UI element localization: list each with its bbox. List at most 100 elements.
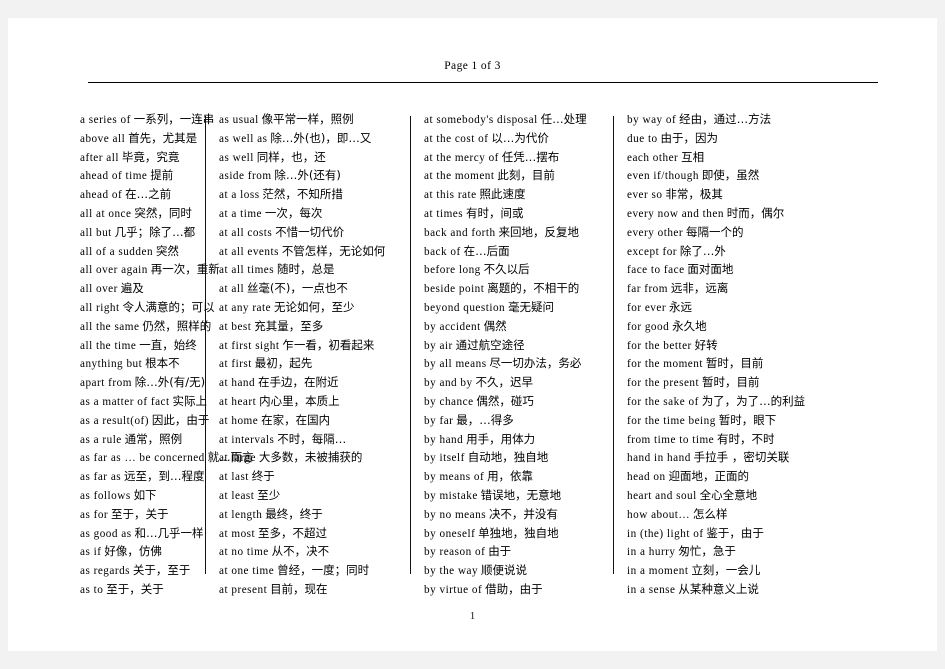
entry-translation: 因此，由于 bbox=[151, 412, 210, 427]
entry-term: at hand bbox=[219, 377, 256, 390]
entry-term: all over again bbox=[80, 264, 148, 277]
glossary-entry: at hand 在手边，在附近 bbox=[219, 373, 406, 392]
glossary-entry: at all events 不管怎样，无论如何 bbox=[219, 242, 406, 261]
entry-translation: 顺便说说 bbox=[480, 563, 527, 578]
entry-term: after all bbox=[80, 151, 119, 164]
glossary-entry: as well as 除…外(也)，即…又 bbox=[219, 129, 406, 148]
entry-translation: 不管怎样，无论如何 bbox=[281, 243, 386, 258]
entry-translation: 除了…外 bbox=[679, 243, 726, 258]
entry-translation: 暂时，眼下 bbox=[718, 412, 777, 427]
glossary-entry: at a time 一次，每次 bbox=[219, 204, 406, 223]
glossary-entry: as follows 如下 bbox=[80, 486, 201, 505]
entry-translation: 终于 bbox=[251, 469, 275, 484]
glossary-entry: due to 由于，因为 bbox=[627, 129, 841, 148]
entry-term: at the cost of bbox=[424, 132, 489, 145]
entry-term: by the way bbox=[424, 565, 479, 578]
entry-translation: 除…外(还有) bbox=[274, 168, 341, 183]
entry-term: as for bbox=[80, 508, 109, 521]
entry-term: as regards bbox=[80, 565, 131, 578]
glossary-entry: face to face 面对面地 bbox=[627, 260, 841, 279]
entry-term: as good as bbox=[80, 527, 132, 540]
entry-term: at first bbox=[219, 358, 252, 371]
entry-term: by means of bbox=[424, 471, 485, 484]
glossary-entry: as a matter of fact 实际上 bbox=[80, 392, 207, 411]
document-page: Page 1 of 3 a series of 一系列，一连串 above all… bbox=[8, 18, 937, 651]
entry-translation: 最终，终于 bbox=[265, 506, 323, 521]
entry-translation: 不惜一切代价 bbox=[275, 224, 345, 239]
entry-term: by no means bbox=[424, 508, 487, 521]
entry-translation: 好像，仿佛 bbox=[104, 544, 162, 559]
entry-translation: 手拉手 ，密切关联 bbox=[693, 450, 790, 465]
glossary-entry: at all times 随时，总是 bbox=[219, 260, 406, 279]
entry-translation: 经由，通过…方法 bbox=[679, 112, 772, 126]
glossary-entry: as far as … be concerned 就…而言 bbox=[80, 448, 254, 467]
glossary-entry: at most 至多，不超过 bbox=[219, 524, 406, 543]
entry-translation: 茫然，不知所措 bbox=[262, 187, 343, 202]
glossary-entry: back and forth 来回地，反复地 bbox=[424, 223, 609, 242]
entry-translation: 不久，迟早 bbox=[475, 375, 534, 390]
entry-translation: 一次，每次 bbox=[264, 205, 323, 220]
entry-translation: 最初，起先 bbox=[254, 356, 313, 371]
entry-term: all but bbox=[80, 226, 112, 239]
entry-translation: 永久地 bbox=[672, 318, 707, 333]
entry-term: heart and soul bbox=[627, 489, 697, 502]
glossary-entry: hand in hand 手拉手 ，密切关联 bbox=[627, 448, 841, 467]
glossary-entry: by way of 经由，通过…方法 bbox=[627, 110, 841, 129]
column-divider bbox=[205, 116, 206, 574]
glossary-entry: by all means 尽一切办法，务必 bbox=[424, 354, 609, 373]
entry-term: in a moment bbox=[627, 565, 689, 578]
glossary-entry: in a sense 从某种意义上说 bbox=[627, 580, 841, 599]
glossary-entry: at the mercy of 任凭…摆布 bbox=[424, 148, 609, 167]
page-indicator: Page 1 of 3 bbox=[444, 60, 501, 72]
glossary-entry: except for 除了…外 bbox=[627, 242, 841, 261]
glossary-entry: as a result(of) 因此，由于 bbox=[80, 411, 209, 430]
entry-term: at a time bbox=[219, 207, 263, 220]
entry-translation: 迎面地，正面的 bbox=[668, 469, 749, 484]
glossary-entry: from time to time 有时，不时 bbox=[627, 430, 841, 449]
entry-term: as well as bbox=[219, 132, 268, 145]
entry-term: at best bbox=[219, 320, 252, 333]
entry-translation: 乍一看，初看起来 bbox=[282, 337, 375, 352]
glossary-entry: beyond question 毫无疑问 bbox=[424, 298, 609, 317]
entry-translation: 远非，远离 bbox=[670, 281, 729, 296]
entry-translation: 像平常一样，照例 bbox=[261, 112, 354, 126]
glossary-entry: a series of 一系列，一连串 bbox=[80, 110, 214, 129]
glossary-entry: in a moment 立刻，一会儿 bbox=[627, 561, 841, 580]
glossary-entry: every other 每隔一个的 bbox=[627, 223, 841, 242]
entry-term: at all times bbox=[219, 264, 275, 277]
entry-term: at times bbox=[424, 207, 464, 220]
entry-translation: 提前 bbox=[150, 168, 174, 183]
entry-term: by way of bbox=[627, 114, 677, 126]
glossary-column-2: as usual 像平常一样，照例 as well as 除…外(也)，即…又 as… bbox=[205, 110, 410, 596]
entry-term: by mistake bbox=[424, 489, 478, 502]
entry-translation: 随时，总是 bbox=[276, 262, 335, 277]
footer-page-number: 1 bbox=[469, 610, 476, 622]
glossary-entry: by virtue of 借助，由于 bbox=[424, 580, 609, 599]
entry-translation: 面对面地 bbox=[687, 262, 734, 277]
glossary-entry: at last 终于 bbox=[219, 467, 406, 486]
header-divider-rule bbox=[88, 82, 878, 83]
column-divider bbox=[613, 116, 614, 574]
entry-term: by chance bbox=[424, 395, 474, 408]
glossary-entry: at a loss 茫然，不知所措 bbox=[219, 185, 406, 204]
entry-translation: 暂时，目前 bbox=[705, 356, 764, 371]
glossary-entry: ahead of 在…之前 bbox=[80, 185, 201, 204]
entry-term: for the present bbox=[627, 377, 700, 390]
glossary-entry: by means of 用，依靠 bbox=[424, 467, 609, 486]
entry-translation: 永远 bbox=[668, 299, 692, 314]
entry-translation: 由于 bbox=[488, 544, 512, 559]
entry-term: at any rate bbox=[219, 301, 272, 314]
entry-term: above all bbox=[80, 132, 126, 145]
glossary-entry: head on 迎面地，正面的 bbox=[627, 467, 841, 486]
entry-term: at all bbox=[219, 283, 245, 296]
glossary-entry: at somebody's disposal 任…处理 bbox=[424, 110, 609, 129]
entry-term: by virtue of bbox=[424, 583, 483, 596]
glossary-entry: as well 同样，也，还 bbox=[219, 148, 406, 167]
entry-term: as a rule bbox=[80, 433, 122, 446]
entry-translation: 鉴于，由于 bbox=[706, 525, 764, 540]
entry-translation: 内心里，本质上 bbox=[259, 393, 340, 408]
entry-translation: 和…几乎一样 bbox=[134, 525, 204, 540]
glossary-entry: by itself 自动地，独自地 bbox=[424, 448, 609, 467]
entry-term: at length bbox=[219, 508, 263, 521]
entry-translation: 丝毫(不)，一点也不 bbox=[246, 281, 348, 296]
